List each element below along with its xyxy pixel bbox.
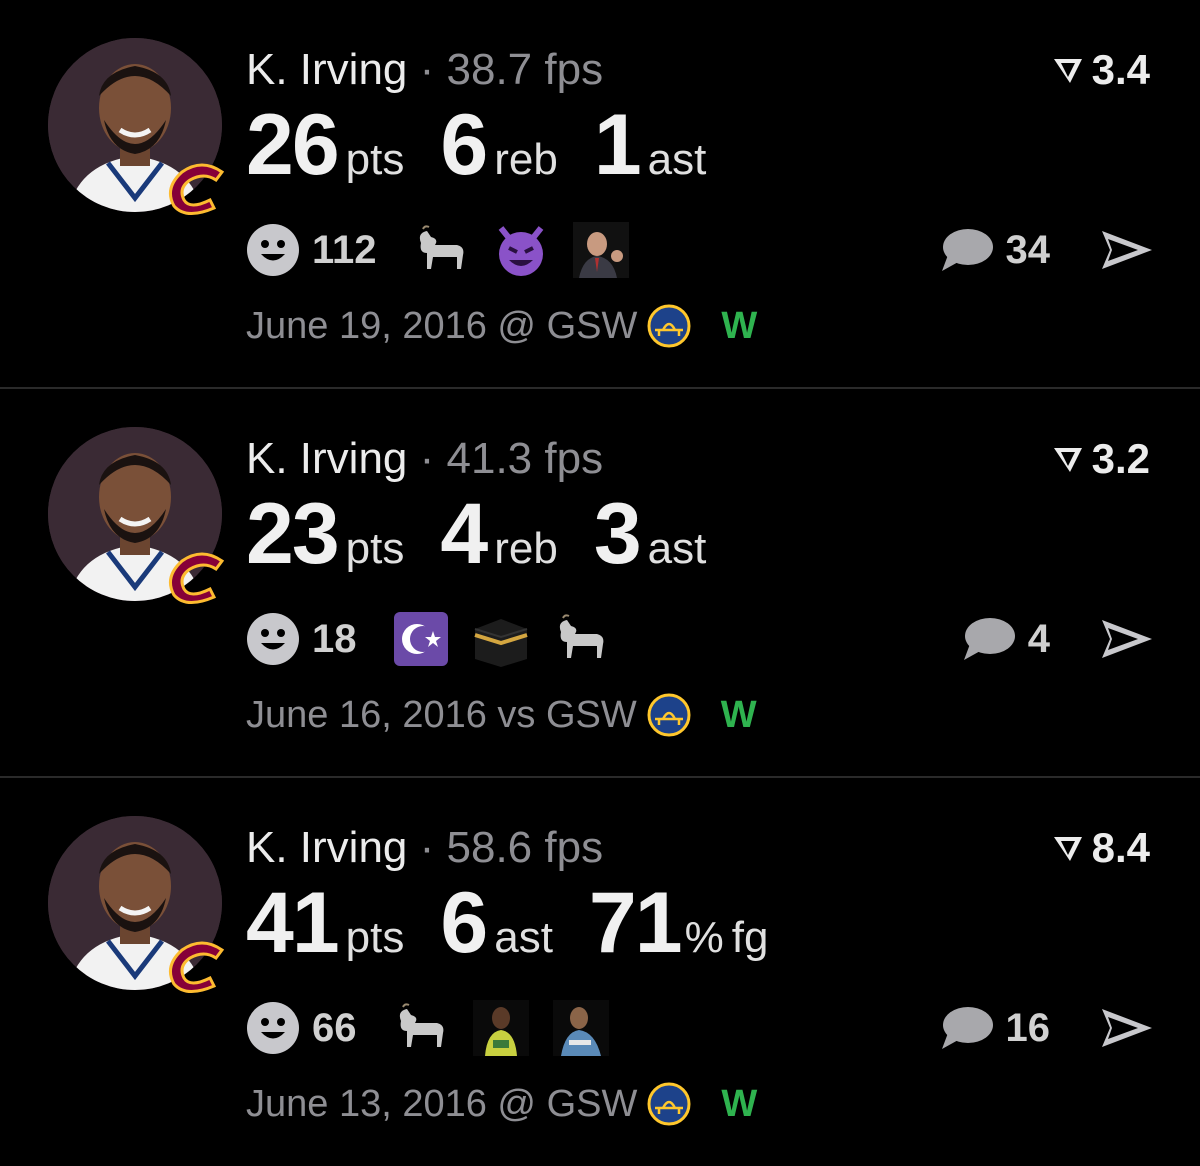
reaction-count[interactable]: 112	[312, 228, 377, 273]
kaaba-icon[interactable]	[473, 611, 529, 667]
separator: ·	[419, 823, 435, 872]
cavaliers-logo-icon	[168, 163, 225, 215]
game-date[interactable]: June 19, 2016 @ GSW	[246, 305, 637, 348]
fps-value: 38.7 fps	[446, 45, 604, 94]
separator: ·	[419, 434, 435, 483]
player-name[interactable]: K. Irving	[246, 45, 407, 94]
feed: K. Irving · 38.7 fps 3.4 26 pts 6 reb 1 …	[0, 0, 1200, 1157]
score-icon	[1053, 837, 1082, 861]
stat-unit: reb	[494, 524, 558, 573]
post-header: K. Irving · 58.6 fps	[246, 822, 603, 874]
stat-unit: pts	[345, 135, 405, 184]
share-icon[interactable]	[1098, 225, 1154, 275]
stat-value: 3	[593, 486, 642, 582]
player-name[interactable]: K. Irving	[246, 434, 407, 483]
score-value: 8.4	[1091, 824, 1150, 871]
comment-count[interactable]: 4	[1028, 617, 1050, 662]
stat-value: 71	[588, 875, 683, 971]
stat-unit: ast	[494, 913, 553, 962]
stat-value: 1	[593, 97, 642, 193]
warriors-logo-icon	[647, 304, 691, 348]
game-result: W	[721, 304, 758, 347]
comments[interactable]: 4	[960, 611, 1050, 667]
game-date[interactable]: June 16, 2016 vs GSW	[246, 694, 637, 737]
stat-unit: fg	[731, 913, 769, 962]
comment-count[interactable]: 16	[1006, 1006, 1051, 1051]
stat-value: 23	[246, 486, 340, 582]
fps-value: 58.6 fps	[446, 823, 604, 872]
stat-value: 26	[246, 97, 340, 193]
comment-count[interactable]: 34	[1006, 228, 1051, 273]
goat-icon[interactable]	[553, 611, 609, 667]
comments[interactable]: 16	[938, 1000, 1051, 1056]
score-icon	[1053, 448, 1082, 472]
smiling-devil-icon[interactable]	[493, 222, 549, 278]
stat-line: 41 pts 6 ast 71 % fg	[246, 878, 768, 968]
game-result: W	[721, 1082, 758, 1125]
share-icon[interactable]	[1098, 614, 1154, 664]
player-in-blue-icon[interactable]	[552, 1000, 609, 1056]
stat-line: 23 pts 4 reb 3 ast	[246, 489, 742, 579]
stat-line: 26 pts 6 reb 1 ast	[246, 100, 742, 190]
smiley-reaction-icon[interactable]	[246, 612, 300, 666]
stat-unit: reb	[494, 135, 558, 184]
score-value: 3.4	[1091, 46, 1150, 93]
reactions: 66	[246, 1000, 633, 1056]
score-icon	[1053, 59, 1082, 83]
share-icon[interactable]	[1098, 1003, 1154, 1053]
game-info: June 19, 2016 @ GSW W	[246, 300, 757, 352]
separator: ·	[419, 45, 435, 94]
smiley-reaction-icon[interactable]	[246, 223, 300, 277]
player-name[interactable]: K. Irving	[246, 823, 407, 872]
player-in-yellow-icon[interactable]	[472, 1000, 529, 1056]
stat-unit: pts	[345, 913, 405, 962]
stat-unit: %	[684, 913, 724, 962]
post-card[interactable]: K. Irving · 38.7 fps 3.4 26 pts 6 reb 1 …	[0, 0, 1200, 388]
comment-bubble-icon[interactable]	[960, 614, 1016, 664]
fps-value: 41.3 fps	[446, 434, 604, 483]
post-card[interactable]: K. Irving · 41.3 fps 3.2 23 pts 4 reb 3 …	[0, 389, 1200, 777]
reaction-count[interactable]: 18	[312, 617, 357, 662]
stat-value: 4	[440, 486, 488, 582]
score: 8.4	[1052, 822, 1150, 874]
reaction-count[interactable]: 66	[312, 1006, 357, 1051]
goat-icon[interactable]	[393, 1000, 449, 1056]
post-header: K. Irving · 41.3 fps	[246, 433, 603, 485]
comment-bubble-icon[interactable]	[938, 225, 994, 275]
smiley-reaction-icon[interactable]	[246, 1001, 300, 1055]
warriors-logo-icon	[647, 693, 691, 737]
reactions: 112	[246, 222, 653, 278]
comment-bubble-icon[interactable]	[938, 1003, 994, 1053]
man-gesturing-icon[interactable]	[572, 222, 629, 278]
score-value: 3.2	[1091, 435, 1150, 482]
star-and-crescent-icon[interactable]	[393, 611, 449, 667]
post-header: K. Irving · 38.7 fps	[246, 44, 603, 96]
stat-unit: ast	[647, 135, 707, 184]
score: 3.2	[1052, 433, 1150, 485]
reactions: 18	[246, 611, 633, 667]
stat-value: 6	[440, 97, 488, 193]
post-card[interactable]: K. Irving · 58.6 fps 8.4 41 pts 6 ast 71…	[0, 778, 1200, 1166]
comments[interactable]: 34	[938, 222, 1051, 278]
stat-unit: pts	[345, 524, 405, 573]
game-info: June 13, 2016 @ GSW W	[246, 1078, 757, 1130]
game-result: W	[720, 693, 757, 736]
goat-icon[interactable]	[413, 222, 469, 278]
game-info: June 16, 2016 vs GSW W	[246, 689, 757, 741]
score: 3.4	[1052, 44, 1150, 96]
cavaliers-logo-icon	[168, 941, 225, 993]
warriors-logo-icon	[647, 1082, 691, 1126]
game-date[interactable]: June 13, 2016 @ GSW	[246, 1083, 637, 1126]
cavaliers-logo-icon	[168, 552, 225, 604]
stat-value: 6	[440, 875, 488, 971]
stat-unit: ast	[647, 524, 707, 573]
stat-value: 41	[246, 875, 340, 971]
